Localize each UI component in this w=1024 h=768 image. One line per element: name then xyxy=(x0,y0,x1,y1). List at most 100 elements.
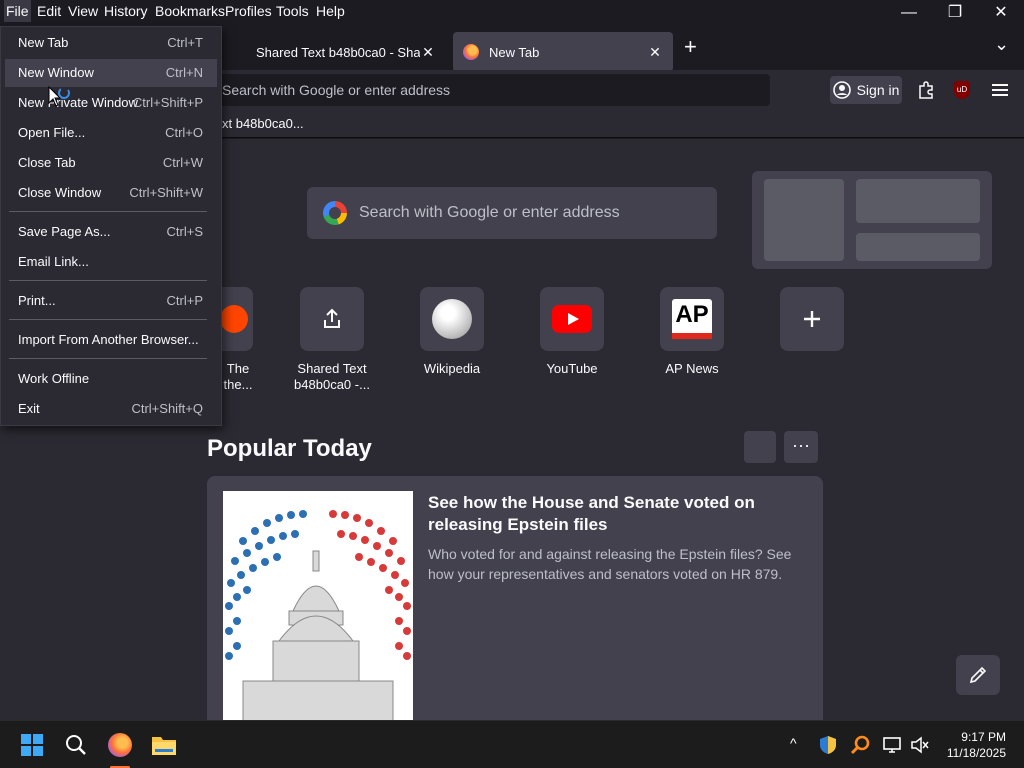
new-tab-button[interactable]: + xyxy=(684,34,697,60)
mouse-cursor-busy-icon xyxy=(48,86,70,107)
windows-taskbar: ^ 9:17 PM 11/18/2025 xyxy=(0,720,1024,768)
menuitem-new-private-window[interactable]: New Private Window Ctrl+Shift+P xyxy=(5,89,217,117)
folder-icon xyxy=(152,737,176,755)
tab-label: Shared Text b48b0ca0 - ShareTe xyxy=(256,44,420,60)
menuitem-email-link[interactable]: Email Link... xyxy=(5,248,217,276)
popular-today-menu-button[interactable]: ··· xyxy=(784,431,818,463)
menuitem-import-browser[interactable]: Import From Another Browser... xyxy=(5,326,217,354)
network-icon xyxy=(883,737,901,753)
menu-view[interactable]: View xyxy=(66,0,100,22)
weather-widget-placeholder xyxy=(752,171,992,269)
tray-volume[interactable] xyxy=(906,729,934,761)
weather-skeleton-block xyxy=(856,179,980,223)
menuitem-print[interactable]: Print... Ctrl+P xyxy=(5,287,217,315)
firefox-icon xyxy=(463,44,479,60)
add-shortcut-button[interactable] xyxy=(757,287,867,351)
reddit-icon xyxy=(220,305,248,333)
menuitem-open-file[interactable]: Open File... Ctrl+O xyxy=(5,119,217,147)
newtab-search-placeholder: Search with Google or enter address xyxy=(359,204,620,221)
sign-in-button[interactable]: Sign in xyxy=(830,76,902,104)
start-button[interactable] xyxy=(16,729,48,761)
clock-date: 11/18/2025 xyxy=(946,746,1006,760)
newtab-search-box[interactable]: Search with Google or enter address xyxy=(307,187,717,239)
story-image-capitol xyxy=(223,491,413,720)
menu-separator xyxy=(9,211,207,212)
ublock-icon: uD xyxy=(954,81,970,99)
shortcut-label: AP News xyxy=(665,361,719,376)
menuitem-exit[interactable]: Exit Ctrl+Shift+Q xyxy=(5,395,217,423)
file-menu-dropdown: New Tab Ctrl+T New Window Ctrl+N New Priva… xyxy=(0,26,222,426)
close-icon[interactable]: ✕ xyxy=(420,44,436,61)
tray-search-app[interactable] xyxy=(846,729,874,761)
customize-button[interactable] xyxy=(956,655,1000,695)
menuitem-save-page-as[interactable]: Save Page As... Ctrl+S xyxy=(5,218,217,246)
bookmark-shared-text[interactable]: xt b48b0ca0... xyxy=(222,114,304,134)
google-icon xyxy=(323,201,347,225)
list-all-tabs-button[interactable]: ⌄ xyxy=(994,34,1009,55)
menu-separator xyxy=(9,280,207,281)
menu-help[interactable]: Help xyxy=(314,0,347,22)
close-icon[interactable]: ✕ xyxy=(647,44,663,61)
menu-file[interactable]: File xyxy=(4,0,31,22)
shortcut-ap-news[interactable]: AP AP News xyxy=(637,287,747,377)
tray-overflow-chevron[interactable]: ^ xyxy=(790,735,797,751)
weather-skeleton-block xyxy=(764,179,844,261)
weather-skeleton-block xyxy=(856,233,980,261)
menu-history[interactable]: History xyxy=(102,0,150,22)
taskbar-clock[interactable]: 9:17 PM 11/18/2025 xyxy=(947,729,1006,761)
tray-network[interactable] xyxy=(878,729,906,761)
pencil-icon xyxy=(969,666,987,684)
share-icon xyxy=(324,308,340,328)
menu-edit[interactable]: Edit xyxy=(35,0,63,22)
close-window-button[interactable]: ✕ xyxy=(978,0,1024,26)
account-icon xyxy=(832,81,851,99)
shortcut-tile: AP xyxy=(660,287,724,351)
menuitem-close-window[interactable]: Close Window Ctrl+Shift+W xyxy=(5,179,217,207)
menu-tools[interactable]: Tools xyxy=(274,0,311,22)
menu-separator xyxy=(9,358,207,359)
firefox-icon xyxy=(108,733,132,757)
menuitem-close-tab[interactable]: Close Tab Ctrl+W xyxy=(5,149,217,177)
menuitem-new-tab[interactable]: New Tab Ctrl+T xyxy=(5,29,217,57)
story-card[interactable]: See how the House and Senate voted on re… xyxy=(207,476,823,720)
puzzle-icon xyxy=(919,81,933,99)
magnifier-icon xyxy=(850,735,870,755)
extensions-button[interactable] xyxy=(912,76,940,104)
menuitem-new-window[interactable]: New Window Ctrl+N xyxy=(5,59,217,87)
shortcut-label: YouTube xyxy=(546,361,598,376)
shortcut-tile xyxy=(780,287,844,351)
address-bar[interactable]: Search with Google or enter address xyxy=(210,74,770,106)
shortcut-tile xyxy=(420,287,484,351)
menu-profiles[interactable]: Profiles xyxy=(223,0,274,22)
shortcut-label: Wikipedia xyxy=(423,361,481,376)
wikipedia-globe-icon xyxy=(432,299,472,339)
tab-label: New Tab xyxy=(489,44,540,60)
maximize-button[interactable]: ❐ xyxy=(932,0,978,26)
tab-shared-text[interactable]: Shared Text b48b0ca0 - ShareTe ✕ xyxy=(226,32,446,72)
menu-bookmarks[interactable]: Bookmarks xyxy=(153,0,227,22)
tab-new-tab[interactable]: New Tab ✕ xyxy=(453,32,673,72)
shortcut-wikipedia[interactable]: Wikipedia xyxy=(397,287,507,377)
clock-time: 9:17 PM xyxy=(961,730,1006,744)
story-title[interactable]: See how the House and Senate voted on re… xyxy=(428,492,798,536)
hamburger-icon xyxy=(992,84,1008,96)
capitol-building xyxy=(242,550,394,720)
youtube-icon xyxy=(552,305,592,333)
shortcut-shared-text[interactable]: Shared Text b48b0ca0 -... xyxy=(277,287,387,393)
shortcut-youtube[interactable]: YouTube xyxy=(517,287,627,377)
menuitem-work-offline[interactable]: Work Offline xyxy=(5,365,217,393)
ublock-button[interactable]: uD xyxy=(948,76,976,104)
popular-today-action[interactable] xyxy=(744,431,776,463)
tray-defender[interactable] xyxy=(814,729,842,761)
taskbar-file-explorer[interactable] xyxy=(148,729,180,761)
shortcut-label: Shared Text b48b0ca0 -... xyxy=(294,361,370,392)
shield-icon xyxy=(820,736,836,754)
taskbar-search-button[interactable] xyxy=(60,729,92,761)
plus-icon xyxy=(804,311,820,327)
story-description: Who voted for and against releasing the … xyxy=(428,546,792,582)
volume-muted-icon xyxy=(911,736,929,754)
search-icon xyxy=(66,735,86,755)
app-menu-button[interactable] xyxy=(986,76,1014,104)
minimize-button[interactable]: — xyxy=(886,0,932,26)
taskbar-firefox[interactable] xyxy=(104,729,136,768)
